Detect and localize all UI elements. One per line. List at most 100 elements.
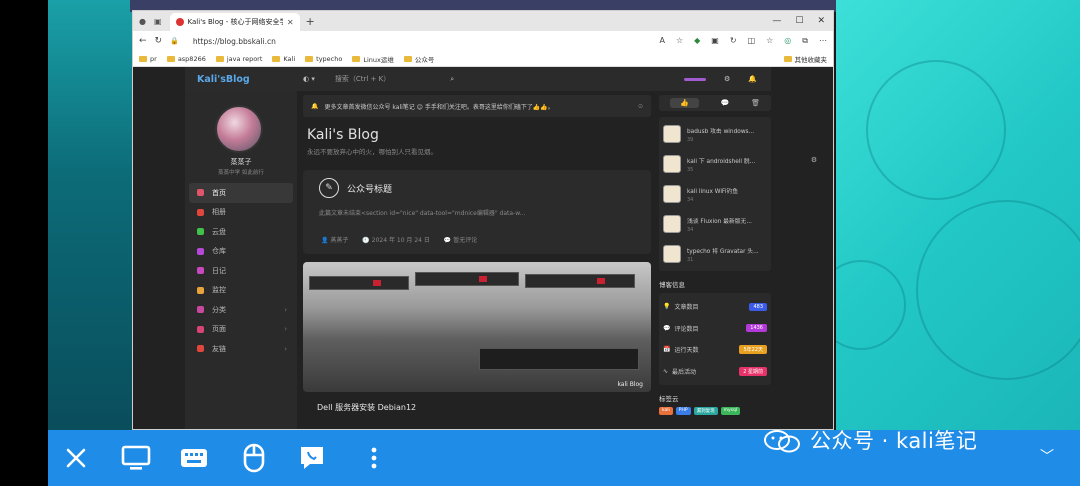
chat-button[interactable] (296, 442, 328, 474)
tab-trash-icon[interactable]: 🗑 (751, 99, 760, 107)
tag[interactable]: mysql (720, 407, 741, 415)
right-sidebar: 👍 💬 🗑 badusb 攻击 windows... 39 kali 下 andr… (659, 95, 771, 429)
close-button[interactable] (60, 442, 92, 474)
url-field[interactable]: https://blog.bbskali.cn (193, 37, 276, 46)
close-window-icon[interactable]: ✕ (817, 16, 825, 26)
notifications-icon[interactable]: 🔔 (748, 75, 757, 83)
reload-icon[interactable]: ↻ (155, 36, 163, 46)
more-icon[interactable]: ⋯ (819, 36, 827, 46)
more-button[interactable] (358, 442, 390, 474)
search-icon[interactable]: ⌕ (450, 75, 454, 84)
search-input[interactable]: 搜索（Ctrl + K） (335, 74, 390, 84)
progress-bar (684, 77, 706, 81)
category-icon (197, 306, 204, 314)
read-aloud-icon[interactable]: A (659, 36, 664, 46)
web-page: Kali'sBlog ◐ ▾ 搜索（Ctrl + K） ⌕ ⚙ 🔔 蒸蒸子 蒸蒸… (133, 67, 833, 429)
bookmark-item[interactable]: pr (139, 55, 157, 63)
tag[interactable]: PHP (675, 407, 691, 415)
server-front (479, 348, 639, 370)
more-vertical-icon (371, 447, 377, 469)
mouse-icon (243, 443, 265, 473)
back-icon[interactable]: ← (139, 36, 147, 46)
sidebar-item-home[interactable]: 首页 (189, 183, 293, 203)
post-date: 🕘 2024 年 10 月 24 日 (362, 237, 430, 244)
list-item[interactable]: 浅谈 Fluxion 最新版无... 34 (663, 209, 767, 239)
post-title[interactable]: 公众号标题 (347, 182, 392, 195)
album-icon (197, 208, 204, 216)
stat-badge: 1436 (746, 324, 767, 333)
theme-toggle-icon[interactable]: ◐ ▾ (303, 75, 315, 83)
server-drive (309, 276, 409, 290)
site-header: Kali'sBlog ◐ ▾ 搜索（Ctrl + K） ⌕ ⚙ 🔔 (185, 67, 771, 91)
bookmark-item[interactable]: asp8266 (166, 55, 206, 63)
bookmark-item[interactable]: 公众号 (403, 54, 434, 64)
chevron-down-icon[interactable]: ﹀ (1040, 446, 1054, 466)
avatar[interactable] (215, 105, 263, 153)
collections-icon[interactable]: ⧉ (802, 36, 808, 46)
list-item[interactable]: typecho 将 Gravatar 头... 31 (663, 239, 767, 269)
extension-3-icon[interactable]: ◎ (784, 36, 791, 46)
new-tab-icon[interactable]: + (306, 15, 315, 28)
floating-settings-icon[interactable]: ⚙ (804, 150, 824, 170)
list-item[interactable]: kali linux WiFi钓鱼 34 (663, 179, 767, 209)
bookmarks-bar: pr asp8266 java report Kali typecho Linu… (133, 51, 833, 67)
user-name[interactable]: 蒸蒸子 (185, 157, 297, 167)
tab-title: Kali's Blog - 核心于网络安全学习 (187, 18, 283, 26)
sidebar-item-monitor[interactable]: 监控 (189, 281, 293, 301)
notice-close-icon[interactable]: ⊙ (638, 103, 643, 110)
settings-icon[interactable]: ⚙ (724, 75, 730, 83)
maximize-icon[interactable]: ☐ (795, 16, 803, 26)
folder-icon (783, 55, 792, 62)
browser-tab[interactable]: Kali's Blog - 核心于网络安全学习 ✕ (169, 13, 300, 31)
blog-stats: 💡 文章数目 483 💬 评论数目 1436 📅 运行天数 5年22天 ∿ 最后活动 2 星期前 (659, 293, 771, 385)
extension-icon[interactable]: ◆ (694, 36, 700, 46)
sidebar-item-repo[interactable]: 仓库 (189, 242, 293, 262)
sidebar-item-category[interactable]: 分类 › (189, 300, 293, 320)
list-item[interactable]: kali 下 androidshell 脱... 35 (663, 149, 767, 179)
sidebar-item-friends[interactable]: 友链 › (189, 339, 293, 359)
sidebar-item-pages[interactable]: 页面 › (189, 320, 293, 340)
tab-comments-icon[interactable]: 💬 (721, 99, 730, 107)
sidebar-item-album[interactable]: 相册 (189, 203, 293, 223)
sidebar-item-cloud[interactable]: 云盘 (189, 222, 293, 242)
wallpaper-left (48, 0, 132, 430)
sidebar-item-diary[interactable]: 日记 (189, 261, 293, 281)
other-bookmarks[interactable]: 其他收藏夹 (783, 54, 827, 64)
close-tab-icon[interactable]: ✕ (287, 18, 294, 27)
bookmark-item[interactable]: Kali (272, 55, 295, 63)
post-thumb (663, 125, 681, 143)
tag[interactable]: 漏洞复现 (693, 407, 718, 415)
server-latch (373, 280, 381, 286)
screen-button[interactable] (120, 442, 152, 474)
bookmark-item[interactable]: java report (215, 55, 262, 63)
tag-cloud-heading: 标签云 (659, 395, 679, 403)
post-card[interactable]: ✎ 公众号标题 此篇文章未结束<section id="nice" data-t… (303, 170, 651, 254)
refresh-extension-icon[interactable]: ↻ (730, 36, 737, 46)
bookmark-item[interactable]: typecho (305, 55, 342, 63)
favorite-star-icon[interactable]: ☆ (676, 36, 683, 46)
tag[interactable]: kali (659, 407, 673, 415)
extension-2-icon[interactable]: ▣ (711, 36, 719, 46)
minimize-icon[interactable]: — (772, 16, 781, 26)
list-item[interactable]: badusb 攻击 windows... 39 (663, 119, 767, 149)
site-logo[interactable]: Kali'sBlog (197, 74, 303, 85)
keyboard-button[interactable] (178, 442, 210, 474)
address-bar: ← ↻ 🔒 https://blog.bbskali.cn A ☆ ◆ ▣ ↻ … (133, 31, 833, 51)
mouse-button[interactable] (238, 442, 270, 474)
folder-icon (305, 55, 314, 62)
favorites-icon[interactable]: ☆ (766, 36, 773, 46)
post-title[interactable]: Dell 服务器安装 Debian12 (317, 402, 651, 413)
stat-row: 📅 运行天数 5年22天 (663, 339, 767, 361)
tab-actions-icon[interactable]: ▣ (154, 17, 162, 26)
chat-phone-icon (301, 447, 323, 469)
lock-icon: 🔒 (170, 37, 179, 45)
post-comments: 💬 暂无评论 (443, 237, 478, 244)
post-thumbnail[interactable]: kali Blog (303, 262, 651, 392)
bookmark-item[interactable]: Linux运维 (352, 54, 394, 64)
split-screen-icon[interactable]: ◫ (748, 36, 756, 46)
tab-likes-icon[interactable]: 👍 (669, 98, 699, 108)
edit-icon: ✎ (319, 178, 339, 198)
stat-row: ∿ 最后活动 2 星期前 (663, 361, 767, 383)
monitor-icon (121, 445, 151, 470)
profile-icon[interactable]: ● (139, 17, 146, 26)
